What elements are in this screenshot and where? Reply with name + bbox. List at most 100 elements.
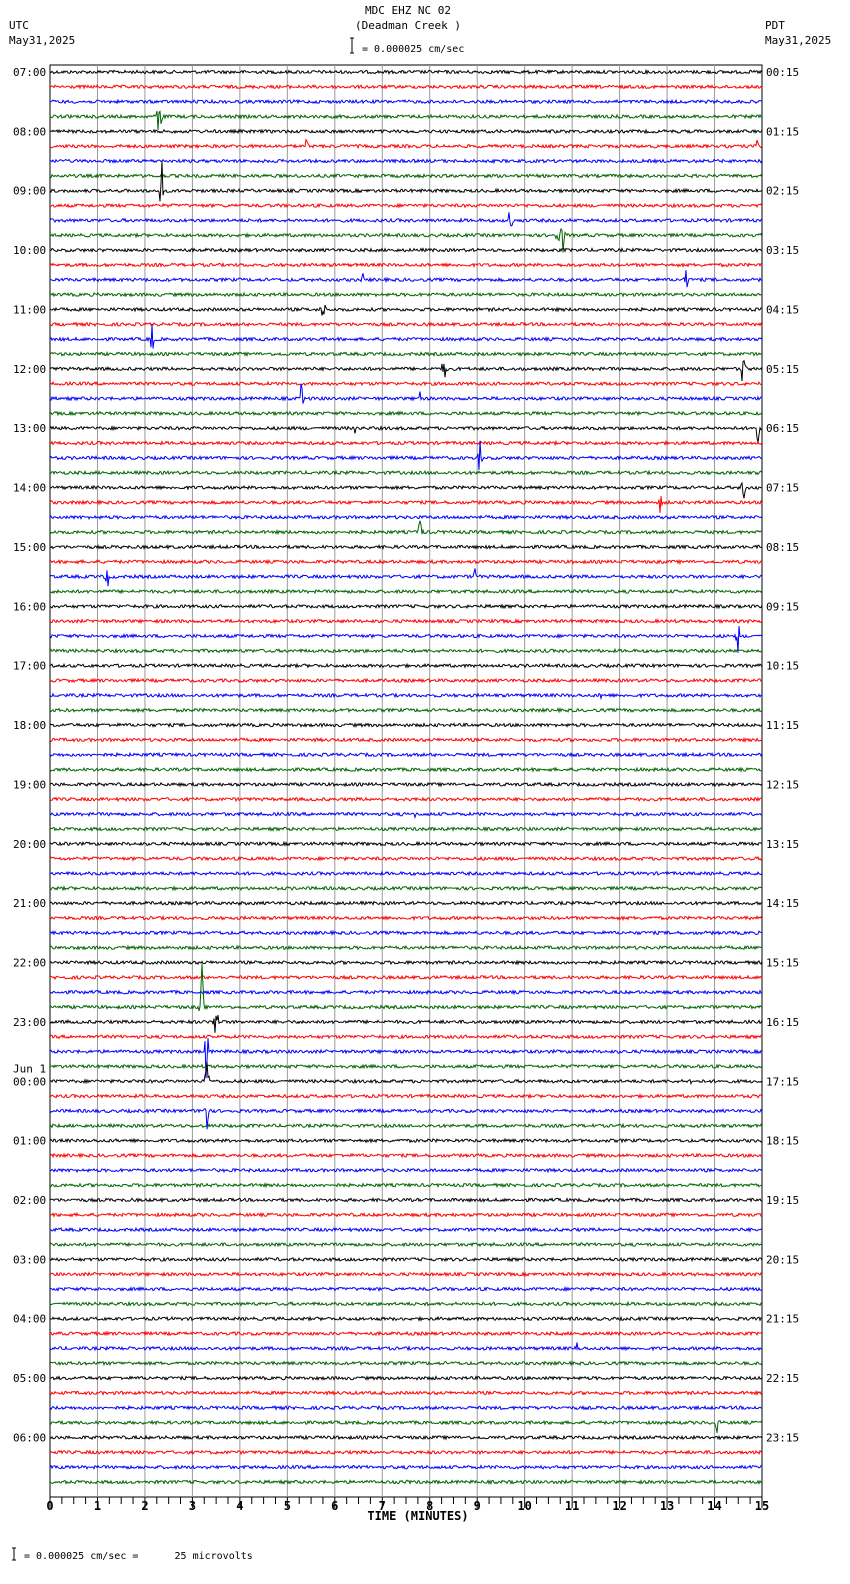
utc-hour-label: 04:00 [13,1313,46,1326]
utc-hour-label: 19:00 [13,778,46,791]
x-tick-label: 12 [612,1499,626,1513]
seismic-trace [49,1342,763,1352]
utc-hour-label: 07:00 [13,66,46,79]
local-time-label: 15:15 [766,957,799,970]
seismic-trace [49,160,763,202]
utc-hour-label: 02:00 [13,1194,46,1207]
x-axis-label: TIME (MINUTES) [367,1509,468,1523]
seismic-trace [49,662,763,669]
seismic-trace [49,261,763,268]
x-tick-label: 15 [755,1499,769,1513]
utc-hour-label: 18:00 [13,719,46,732]
seismic-trace [49,914,763,922]
utc-hour-label: 20:00 [13,838,46,851]
seismic-trace [49,291,763,298]
right-date: May31,2025 [765,34,831,47]
seismic-trace [49,707,763,714]
local-time-label: 18:15 [766,1135,799,1148]
seismic-trace [50,1122,763,1129]
seismic-trace [49,1152,763,1159]
local-time-label: 22:15 [766,1372,799,1385]
utc-hour-label: 15:00 [13,541,46,554]
seismic-trace [49,647,763,654]
seismic-trace [49,825,763,832]
local-time-label: 17:15 [766,1075,799,1088]
seismic-trace [49,98,763,105]
left-timezone: UTC [9,19,29,32]
x-tick-label: 0 [46,1499,53,1513]
seismic-trace [49,626,763,653]
seismic-trace [49,321,763,328]
seismic-trace [49,469,763,476]
local-time-label: 09:15 [766,600,799,613]
date-change-label: Jun 1 [13,1062,46,1075]
seismic-trace [49,722,763,728]
x-tick-label: 13 [660,1499,674,1513]
seismic-trace [50,1226,763,1233]
seismic-trace [49,1015,763,1033]
seismic-trace [49,1375,763,1381]
local-time-label: 23:15 [766,1431,799,1444]
seismic-trace [49,359,763,382]
x-tick-label: 9 [474,1499,481,1513]
seismic-trace [49,1061,763,1086]
seismic-trace [49,603,763,610]
seismic-trace [49,439,763,447]
seismic-trace [49,811,763,819]
seismic-trace [49,1197,763,1204]
seismic-trace [49,270,763,288]
seismic-trace [49,1038,763,1079]
seismic-trace [49,110,763,130]
local-time-label: 00:15 [766,66,799,79]
utc-hour-label: 14:00 [13,482,46,495]
utc-hour-label: 09:00 [13,185,46,198]
seismic-trace [49,425,763,443]
local-time-label: 05:15 [766,363,799,376]
seismic-trace [49,1092,763,1100]
seismic-trace [49,1389,763,1397]
seismic-trace [49,1434,763,1441]
utc-hour-label: 11:00 [13,303,46,316]
utc-hour-label: 13:00 [13,422,46,435]
local-time-label: 20:15 [766,1253,799,1266]
seismic-trace [49,588,763,595]
seismic-trace [49,1300,763,1307]
utc-hour-label: 22:00 [13,957,46,970]
local-time-label: 07:15 [766,482,799,495]
seismic-trace [49,677,763,684]
local-time-label: 10:15 [766,660,799,673]
seismic-trace [49,68,763,76]
x-tick-label: 11 [565,1499,579,1513]
seismic-trace [49,1137,763,1144]
local-time-label: 06:15 [766,422,799,435]
seismic-trace [49,83,763,90]
seismic-trace [49,1286,763,1293]
x-tick-label: 4 [236,1499,243,1513]
utc-hour-label: 21:00 [13,897,46,910]
local-time-label: 12:15 [766,778,799,791]
traces [49,68,763,1486]
scale-label: = 0.000025 cm/sec [362,44,464,55]
seismic-trace [49,481,763,499]
seismic-trace [49,496,763,513]
seismic-trace [49,929,763,937]
utc-hour-label: 16:00 [13,600,46,613]
seismic-trace [49,855,763,862]
seismic-trace [49,751,763,758]
seismic-trace [49,1330,763,1337]
seismic-trace [49,840,763,847]
right-timezone: PDT [765,19,785,32]
seismic-trace [49,410,763,417]
seismic-trace [49,324,763,349]
seismic-trace [49,1315,763,1322]
seismic-trace [49,1167,763,1174]
local-time-label: 13:15 [766,838,799,851]
utc-hour-label: 10:00 [13,244,46,257]
x-tick-label: 5 [284,1499,291,1513]
utc-hour-label: 01:00 [13,1135,46,1148]
seismic-trace [49,172,763,179]
seismic-trace [49,989,763,996]
seismic-trace [49,885,763,892]
utc-hour-label: 06:00 [13,1431,46,1444]
seismic-trace [49,520,763,536]
